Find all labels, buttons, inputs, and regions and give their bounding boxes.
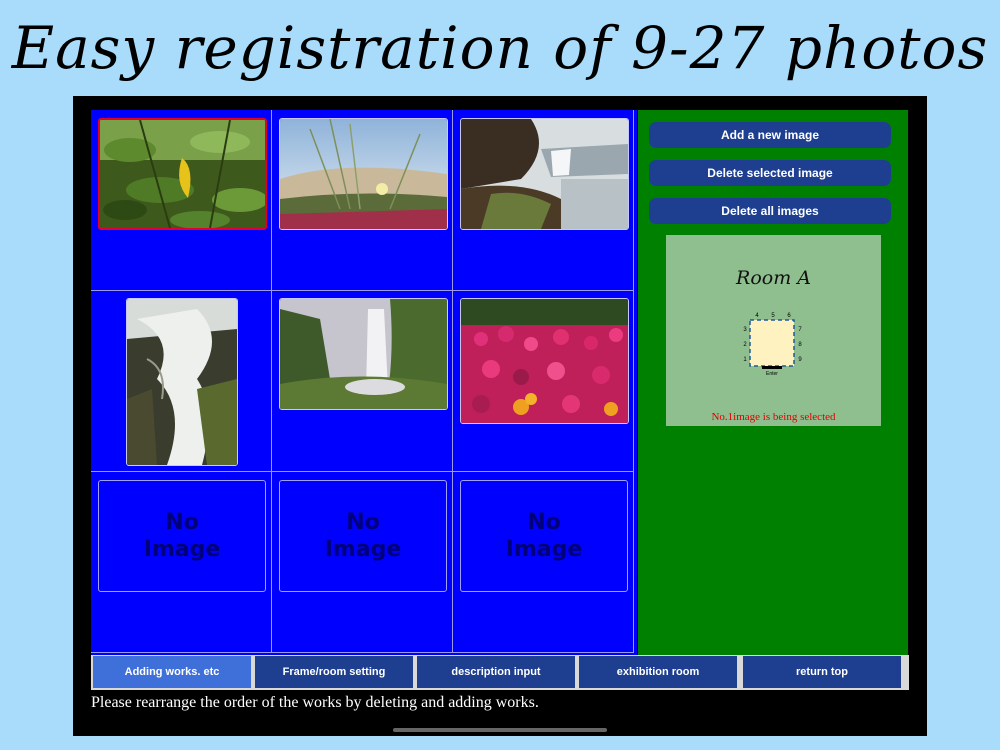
tablet-screen: No Image No Image No Image Add a new ima…	[73, 96, 927, 736]
room-wall-label: 3	[743, 327, 747, 333]
thumbnail-1[interactable]	[98, 118, 267, 230]
no-image-placeholder: No Image	[460, 480, 628, 592]
room-enter-label: Enter	[766, 371, 778, 377]
tab-frame-room-setting[interactable]: Frame/room setting	[255, 656, 413, 688]
grid-cell-1[interactable]	[91, 110, 272, 291]
thumbnail-5[interactable]	[279, 298, 448, 410]
tab-adding-works[interactable]: Adding works. etc	[93, 656, 251, 688]
tab-bar: Adding works. etc Frame/room setting des…	[91, 655, 909, 690]
room-wall-label: 6	[787, 313, 791, 319]
delete-all-button[interactable]: Delete all images	[649, 198, 891, 224]
no-image-placeholder: No Image	[98, 480, 266, 592]
dune-grass-image	[280, 119, 447, 229]
thumbnail-3[interactable]	[460, 118, 629, 230]
pink-flowers-image	[461, 299, 628, 423]
grid-cell-7[interactable]: No Image	[91, 472, 272, 653]
no-image-placeholder: No Image	[279, 480, 447, 592]
leaves-image	[100, 120, 265, 228]
tab-return-top[interactable]: return top	[743, 656, 901, 688]
misty-waterfall-image	[280, 299, 447, 409]
room-preview: Room A 4 5 6 3 2 1 7 8 9 Enter No.1image…	[666, 235, 881, 426]
room-floor-plan: 4 5 6 3 2 1 7 8 9 Enter	[743, 313, 802, 377]
room-wall-label: 4	[755, 313, 759, 319]
room-wall-label: 9	[798, 357, 802, 363]
add-image-button[interactable]: Add a new image	[649, 122, 891, 148]
room-wall-label: 2	[743, 342, 747, 348]
room-title: Room A	[736, 267, 811, 289]
room-wall-label: 1	[743, 357, 747, 363]
grid-cell-6[interactable]	[453, 291, 634, 472]
grid-cell-3[interactable]	[453, 110, 634, 291]
tab-exhibition-room[interactable]: exhibition room	[579, 656, 737, 688]
room-wall-label: 7	[798, 327, 802, 333]
grid-cell-9[interactable]: No Image	[453, 472, 634, 653]
control-panel: Add a new image Delete selected image De…	[638, 110, 908, 655]
coastal-waterfall-image	[461, 119, 628, 229]
silky-waterfall-image	[127, 299, 237, 465]
tab-description-input[interactable]: description input	[417, 656, 575, 688]
delete-selected-button[interactable]: Delete selected image	[649, 160, 891, 186]
grid-cell-5[interactable]	[272, 291, 453, 472]
image-grid: No Image No Image No Image	[91, 110, 637, 655]
grid-cell-4[interactable]	[91, 291, 272, 472]
grid-cell-8[interactable]: No Image	[272, 472, 453, 653]
selection-status: No.1image is being selected	[711, 411, 836, 423]
thumbnail-4[interactable]	[126, 298, 238, 466]
thumbnail-2[interactable]	[279, 118, 448, 230]
instruction-text: Please rearrange the order of the works …	[91, 694, 539, 711]
headline: Easy registration of 9-27 photos etc!	[11, 14, 989, 178]
room-wall-label: 8	[798, 342, 802, 348]
grid-cell-2[interactable]	[272, 110, 453, 291]
home-indicator[interactable]	[393, 728, 607, 732]
room-wall-label: 5	[771, 313, 775, 319]
thumbnail-6[interactable]	[460, 298, 629, 424]
